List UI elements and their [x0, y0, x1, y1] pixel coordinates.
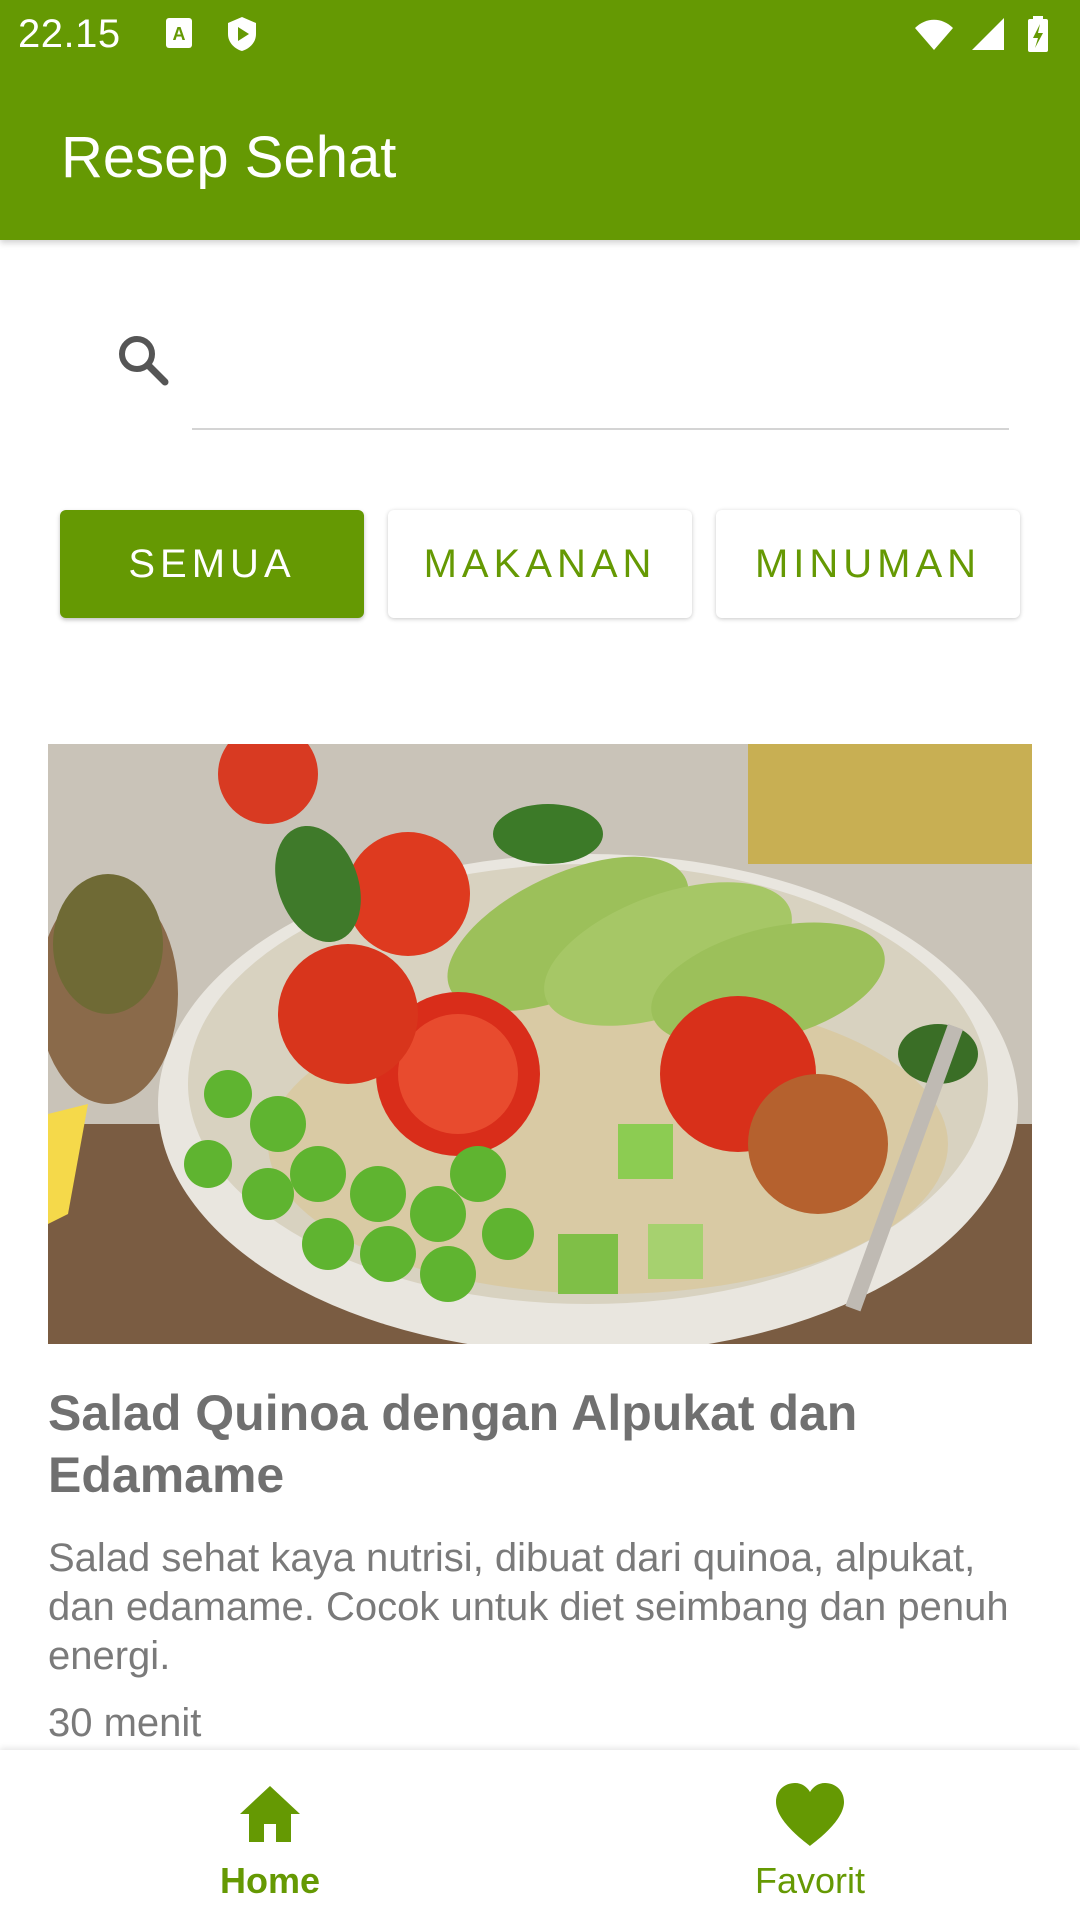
heart-icon	[776, 1783, 844, 1846]
recipe-time: 30 menit	[48, 1701, 202, 1745]
shield-play-icon	[228, 17, 256, 51]
recipe-title: Salad Quinoa dengan Alpukat dan Edamame	[48, 1385, 858, 1503]
app-title: Resep Sehat	[61, 125, 397, 190]
nav-favorit[interactable]: Favorit	[540, 1750, 1080, 1920]
nav-home[interactable]: Home	[0, 1750, 540, 1920]
status-right-icons	[914, 14, 1062, 54]
filter-chips: SEMUA MAKANAN MINUMAN	[60, 510, 1020, 618]
svg-text:A: A	[173, 24, 186, 44]
search-icon	[119, 336, 169, 386]
recipe-image	[48, 744, 1032, 1344]
a-notification-icon: A	[166, 18, 192, 48]
status-time: 22.15	[18, 12, 121, 56]
wifi-icon	[915, 19, 953, 50]
home-icon	[240, 1786, 300, 1842]
app-bar: 22.15 A Resep Sehat	[0, 0, 1080, 240]
recipe-card[interactable]: Salad Quinoa dengan Alpukat dan Edamame …	[48, 744, 1032, 1746]
recipe-description: Salad sehat kaya nutrisi, dibuat dari qu…	[48, 1536, 1009, 1678]
filter-semua-button[interactable]: SEMUA	[60, 510, 364, 618]
filter-minuman-button[interactable]: MINUMAN	[716, 510, 1020, 618]
bottom-nav: Home Favorit	[0, 1750, 1080, 1920]
nav-home-label: Home	[219, 1860, 321, 1901]
filter-makanan-button[interactable]: MAKANAN	[388, 510, 692, 618]
battery-charging-icon	[1028, 16, 1048, 52]
nav-favorit-label: Favorit	[754, 1860, 866, 1901]
status-left-icons: A	[160, 14, 262, 54]
signal-icon	[972, 18, 1004, 50]
salad-bowl-illustration	[48, 744, 1032, 1344]
search-input[interactable]	[192, 330, 1009, 430]
